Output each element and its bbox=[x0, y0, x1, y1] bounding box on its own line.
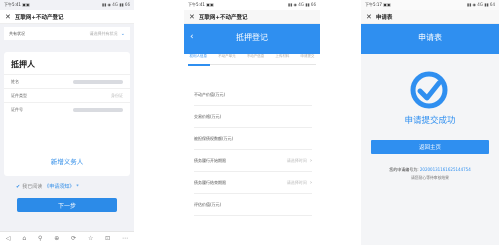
back-icon[interactable]: ◁ bbox=[6, 235, 11, 242]
nav-title: 互联网+不动产登记 bbox=[198, 14, 248, 21]
field-label: 债务履行开始期限 bbox=[194, 157, 226, 163]
add-obligor-button[interactable]: 新增义务人 bbox=[4, 156, 130, 166]
field-label: 被担保债权数额(万元) bbox=[194, 135, 234, 141]
status-time: 下午5:41 ▣▣ bbox=[4, 2, 30, 7]
name-label: 姓名 bbox=[11, 78, 19, 84]
nav-bar: ✕ 互联网+不动产登记 bbox=[184, 10, 320, 24]
mortgagor-card: 抵押人 姓名 证件类型 身份证 证件号 新增义务人 bbox=[4, 52, 130, 176]
mortgagor-title: 抵押人 bbox=[11, 60, 35, 69]
agree-text: 我已阅读 bbox=[22, 184, 43, 190]
tabs-icon[interactable]: ⊡ bbox=[105, 235, 110, 242]
add-icon[interactable]: ⊕ bbox=[54, 235, 59, 242]
chevron-right-icon: › bbox=[310, 157, 312, 164]
co-owned-select[interactable]: 请选择共有状况 bbox=[90, 31, 118, 36]
id-number-field-row[interactable]: 证件号 bbox=[4, 102, 130, 116]
application-notice-link[interactable]: 《申请须知》 bbox=[44, 183, 74, 190]
form-row-secured-claim[interactable]: 被担保债权数额(万元) bbox=[194, 128, 312, 150]
date-picker[interactable]: 请选择时间 bbox=[287, 180, 307, 185]
status-bar: 下午5:41 ▣▣ ▮▮ ◉ 4G ▮▮ 66 bbox=[0, 0, 134, 10]
home-icon[interactable]: ⌂ bbox=[22, 235, 26, 242]
date-picker[interactable]: 请选择时间 bbox=[287, 158, 307, 163]
step-2: 不动产单元 bbox=[218, 54, 236, 58]
browser-toolbar: ◁ ⌂ ⚲ ⊕ ⟳ ☆ ⊡ ⋯ bbox=[0, 231, 134, 245]
agreement-row[interactable]: ✔ 我已阅读 《申请须知》 * bbox=[16, 183, 79, 191]
co-owned-label: 共有状况 bbox=[9, 30, 25, 36]
close-icon[interactable]: ✕ bbox=[366, 13, 372, 21]
more-icon[interactable]: ⋯ bbox=[122, 235, 128, 242]
id-number-label: 证件号 bbox=[11, 106, 23, 112]
step-progress-bar bbox=[188, 64, 316, 66]
step-4: 上传材料 bbox=[275, 54, 290, 58]
step-5: 申请提交 bbox=[300, 54, 315, 58]
step-3: 不动产信息 bbox=[246, 54, 265, 58]
status-bar: 下午5:41 ▣▣ ▮▮ ◉ 4G ▮▮ 66 bbox=[184, 0, 320, 10]
status-indicators: ▮▮ ◉ 4G ▮▮ 66 bbox=[287, 2, 316, 7]
chevron-down-icon: ⌄ bbox=[120, 30, 125, 37]
id-type-label: 证件类型 bbox=[11, 92, 27, 98]
field-label: 债务履行结束期限 bbox=[194, 179, 226, 185]
page-title: 抵押登记 bbox=[236, 33, 268, 42]
page-header: ‹ 抵押登记 bbox=[184, 24, 320, 54]
name-field-row[interactable]: 姓名 bbox=[4, 74, 130, 88]
nav-bar: ✕ 申请表 bbox=[361, 10, 499, 24]
phone-screen-submission-success: 下午5:17 ▣▣ ▮▮ ◉ 4G ▮▮ 64 ✕ 申请表 申请表 申请提交成功… bbox=[361, 0, 499, 245]
step-indicator: 权利人信息 不动产单元 不动产信息 上传材料 申请提交 bbox=[184, 54, 320, 64]
id-number-redacted bbox=[73, 107, 123, 112]
application-number-line: 您的申请编号为: 20200131161625144754 bbox=[361, 167, 499, 173]
form-row-transaction-price[interactable]: 交易价格(万元) bbox=[194, 106, 312, 128]
id-type-value[interactable]: 身份证 bbox=[111, 93, 123, 99]
phone-screen-mortgage-registration: 下午5:41 ▣▣ ▮▮ ◉ 4G ▮▮ 66 ✕ 互联网+不动产登记 ‹ 抵押… bbox=[184, 0, 320, 245]
form-row-property-value[interactable]: 不动产价值(万元) bbox=[194, 84, 312, 106]
success-message: 申请提交成功 bbox=[404, 116, 456, 126]
application-number-label: 您的申请编号为: bbox=[389, 167, 419, 172]
chevron-right-icon: › bbox=[310, 179, 312, 186]
form-row-appraised-value[interactable]: 评估价值(万元) bbox=[194, 194, 312, 216]
form-row-debt-start[interactable]: 债务履行开始期限 请选择时间 › bbox=[194, 150, 312, 172]
nav-title: 互联网+不动产登记 bbox=[14, 14, 64, 21]
star-icon[interactable]: ☆ bbox=[88, 235, 93, 242]
required-mark: * bbox=[76, 183, 79, 190]
field-label: 不动产价值(万元) bbox=[194, 91, 226, 97]
nav-bar: ✕ 互联网+不动产登记 bbox=[0, 10, 134, 24]
application-number: 20200131161625144754 bbox=[419, 167, 471, 172]
name-value-redacted bbox=[73, 79, 123, 84]
phone-screen-applicant-form: 下午5:41 ▣▣ ▮▮ ◉ 4G ▮▮ 66 ✕ 互联网+不动产登记 共有状况… bbox=[0, 0, 134, 245]
step-progress-fill bbox=[188, 64, 210, 66]
search-icon[interactable]: ⚲ bbox=[38, 235, 42, 242]
status-time: 下午5:17 ▣▣ bbox=[365, 2, 391, 7]
status-indicators: ▮▮ ◉ 4G ▮▮ 64 bbox=[466, 2, 495, 7]
close-icon[interactable]: ✕ bbox=[189, 13, 195, 21]
status-time: 下午5:41 ▣▣ bbox=[188, 2, 214, 7]
page-header: 申请表 bbox=[361, 24, 499, 54]
field-label: 交易价格(万元) bbox=[194, 113, 222, 119]
status-bar: 下午5:17 ▣▣ ▮▮ ◉ 4G ▮▮ 64 bbox=[361, 0, 499, 10]
step-1: 权利人信息 bbox=[189, 54, 208, 58]
check-icon[interactable]: ✔ bbox=[16, 184, 20, 190]
refresh-icon[interactable]: ⟳ bbox=[71, 235, 76, 242]
co-owned-status-row[interactable]: 共有状况 请选择共有状况 ⌄ bbox=[4, 27, 130, 40]
close-icon[interactable]: ✕ bbox=[5, 13, 11, 21]
form-row-debt-end[interactable]: 债务履行结束期限 请选择时间 › bbox=[194, 172, 312, 194]
next-step-button[interactable]: 下一步 bbox=[17, 198, 117, 212]
status-indicators: ▮▮ ◉ 4G ▮▮ 66 bbox=[101, 2, 130, 7]
review-note: 请您耐心等待审核结果 bbox=[411, 175, 449, 180]
check-circle-icon bbox=[410, 71, 448, 109]
field-label: 评估价值(万元) bbox=[194, 201, 222, 207]
return-home-button[interactable]: 返回主页 bbox=[371, 140, 489, 154]
id-type-field-row[interactable]: 证件类型 身份证 bbox=[4, 88, 130, 102]
nav-title: 申请表 bbox=[375, 14, 393, 21]
page-title: 申请表 bbox=[418, 33, 442, 42]
